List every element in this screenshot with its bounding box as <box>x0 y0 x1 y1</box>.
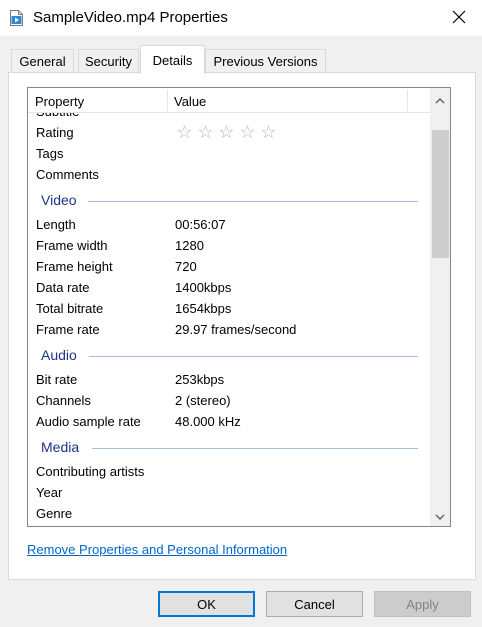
property-label: Year <box>36 485 63 500</box>
list-item[interactable]: Channels 2 (stereo) <box>28 390 430 411</box>
tab-security[interactable]: Security <box>78 49 139 73</box>
property-label: Total bitrate <box>36 301 104 316</box>
close-button[interactable] <box>446 6 472 30</box>
ok-button[interactable]: OK <box>158 591 255 617</box>
property-value: 29.97 frames/second <box>175 322 297 337</box>
property-value: 1400kbps <box>175 280 232 295</box>
property-label: Rating <box>36 125 74 140</box>
chevron-down-icon <box>435 508 445 523</box>
property-value: 48.000 kHz <box>175 414 241 429</box>
group-label: Audio <box>41 347 77 363</box>
group-divider <box>89 356 418 357</box>
vertical-scrollbar[interactable] <box>430 88 450 526</box>
tab-details[interactable]: Details <box>140 45 205 74</box>
list-item[interactable]: Comments <box>28 164 430 185</box>
property-label: Contributing artists <box>36 464 145 479</box>
close-icon <box>452 10 466 27</box>
group-divider <box>88 201 418 202</box>
list-item[interactable]: Frame rate 29.97 frames/second <box>28 319 430 340</box>
property-label: Comments <box>36 167 99 182</box>
group-divider <box>92 448 418 449</box>
property-value: 1280 <box>175 238 204 253</box>
list-item[interactable]: Data rate 1400kbps <box>28 277 430 298</box>
tab-general[interactable]: General <box>11 49 74 73</box>
tab-previous-versions[interactable]: Previous Versions <box>205 49 326 73</box>
column-divider[interactable] <box>167 90 168 111</box>
list-item[interactable]: Total bitrate 1654kbps <box>28 298 430 319</box>
rating-star-icon[interactable]: ☆ <box>175 122 194 142</box>
rating-stars[interactable]: ☆ ☆ ☆ ☆ ☆ <box>175 122 278 142</box>
property-label: Audio sample rate <box>36 414 141 429</box>
apply-button[interactable]: Apply <box>374 591 471 617</box>
property-label: Frame width <box>36 238 108 253</box>
group-heading-media: Media <box>28 437 430 458</box>
rating-star-icon[interactable]: ☆ <box>217 122 236 142</box>
scrollbar-thumb[interactable] <box>432 130 449 258</box>
video-file-icon <box>10 10 23 26</box>
list-header: Property Value <box>28 88 430 113</box>
property-label: Tags <box>36 146 64 161</box>
cancel-button[interactable]: Cancel <box>266 591 363 617</box>
property-value: 1654kbps <box>175 301 232 316</box>
property-value: 2 (stereo) <box>175 393 231 408</box>
list-item[interactable]: Frame height 720 <box>28 256 430 277</box>
property-label: Genre <box>36 506 73 521</box>
scroll-up-button[interactable] <box>430 88 450 110</box>
remove-properties-link[interactable]: Remove Properties and Personal Informati… <box>27 542 287 557</box>
list-item-rating[interactable]: Rating ☆ ☆ ☆ ☆ ☆ <box>28 122 430 143</box>
property-value: 00:56:07 <box>175 217 226 232</box>
list-item[interactable]: Genre <box>28 503 430 524</box>
chevron-up-icon <box>435 92 445 107</box>
rating-star-icon[interactable]: ☆ <box>259 122 278 142</box>
property-label: Channels <box>36 393 91 408</box>
list-item[interactable]: Year <box>28 482 430 503</box>
group-label: Video <box>41 192 77 208</box>
rating-star-icon[interactable]: ☆ <box>238 122 257 142</box>
column-divider[interactable] <box>407 90 408 111</box>
property-label: Bit rate <box>36 372 78 387</box>
list-item[interactable]: Audio sample rate 48.000 kHz <box>28 411 430 432</box>
property-label: Frame height <box>36 259 113 274</box>
property-label: Length <box>36 217 76 232</box>
list-item[interactable]: Frame width 1280 <box>28 235 430 256</box>
group-heading-video: Video <box>28 190 430 211</box>
scroll-down-button[interactable] <box>430 504 450 526</box>
list-item[interactable]: Tags <box>28 143 430 164</box>
rating-star-icon[interactable]: ☆ <box>196 122 215 142</box>
title-bar: SampleVideo.mp4 Properties <box>0 0 482 36</box>
group-heading-audio: Audio <box>28 345 430 366</box>
group-label: Media <box>41 439 80 455</box>
window-title: SampleVideo.mp4 Properties <box>33 9 228 26</box>
column-header-value[interactable]: Value <box>174 94 206 109</box>
property-value: 253kbps <box>175 372 225 387</box>
column-header-property[interactable]: Property <box>35 94 84 109</box>
list-item[interactable]: Contributing artists <box>28 461 430 482</box>
list-item[interactable]: Length 00:56:07 <box>28 214 430 235</box>
list-item[interactable]: Bit rate 253kbps <box>28 369 430 390</box>
property-value: 720 <box>175 259 197 274</box>
details-list[interactable]: Property Value Subtitle Rating ☆☆☆☆☆ Tag… <box>27 87 451 527</box>
property-label: Data rate <box>36 280 90 295</box>
property-label: Frame rate <box>36 322 100 337</box>
